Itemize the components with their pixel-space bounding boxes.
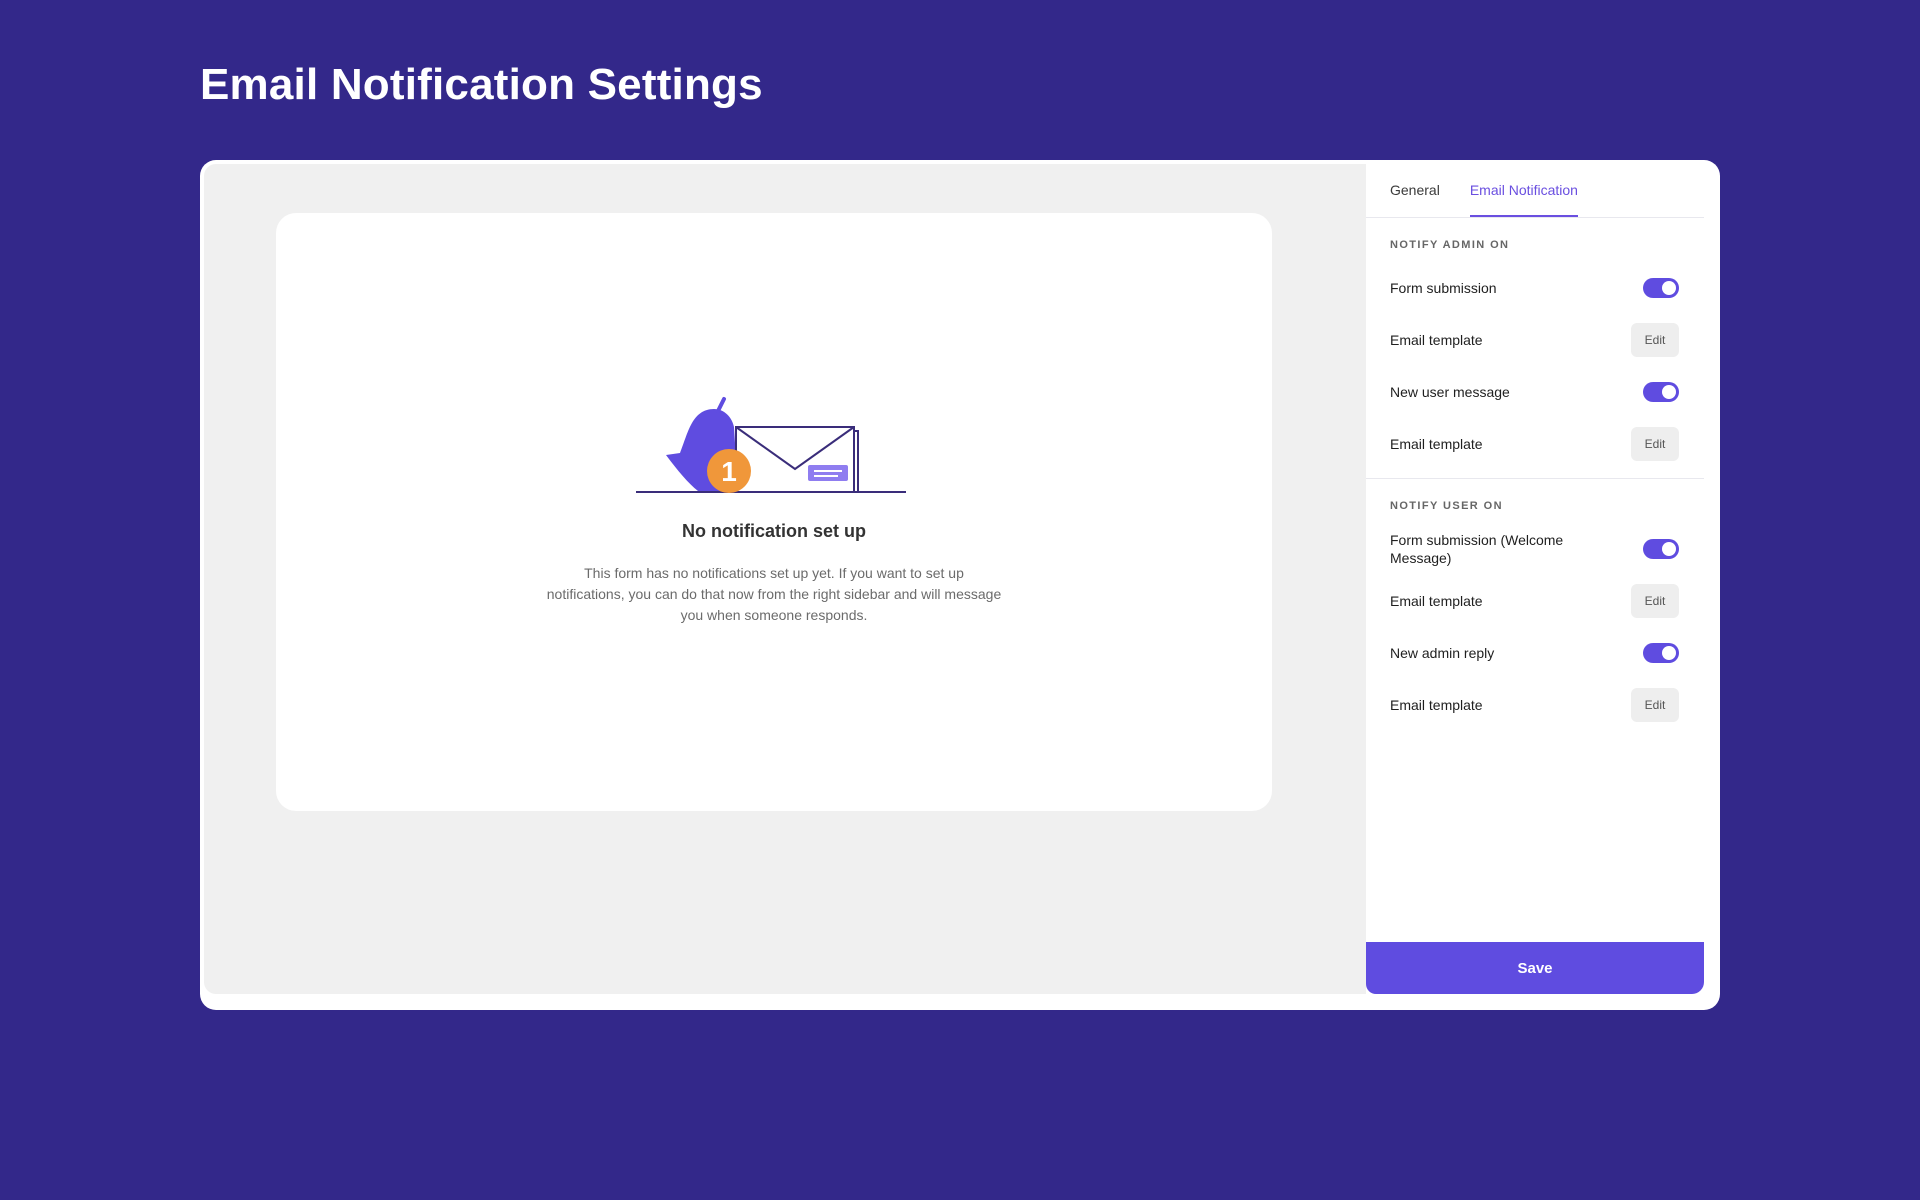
notify-user-section: NOTIFY USER ON Form submission (Welcome … [1366, 478, 1704, 731]
setting-label: Email template [1390, 332, 1483, 348]
setting-label: Email template [1390, 436, 1483, 452]
builder-frame: 1 No notification set up This form has n… [200, 160, 1720, 1010]
tab-general[interactable]: General [1390, 182, 1440, 217]
notification-badge-icon: 1 [707, 449, 751, 493]
setting-row-user-email-template-1: Email template Edit [1390, 575, 1679, 627]
setting-row-admin-new-user-message: New user message [1390, 366, 1679, 418]
edit-template-button[interactable]: Edit [1631, 688, 1679, 722]
edit-template-button[interactable]: Edit [1631, 584, 1679, 618]
setting-label: Form submission [1390, 280, 1497, 296]
edit-template-button[interactable]: Edit [1631, 323, 1679, 357]
empty-state-illustration: 1 [636, 397, 906, 493]
notify-admin-section: NOTIFY ADMIN ON Form submission Email te… [1366, 218, 1704, 478]
settings-sidebar: General Email Notification NOTIFY ADMIN … [1366, 164, 1704, 994]
setting-row-admin-email-template-1: Email template Edit [1390, 314, 1679, 366]
toggle-knob [1662, 281, 1676, 295]
welcome-message-toggle[interactable] [1643, 539, 1679, 559]
setting-row-admin-email-template-2: Email template Edit [1390, 418, 1679, 470]
section-label-notify-admin: NOTIFY ADMIN ON [1390, 239, 1510, 251]
setting-row-user-form-submission: Form submission (Welcome Message) [1390, 523, 1679, 575]
save-button[interactable]: Save [1366, 942, 1704, 994]
new-user-message-toggle[interactable] [1643, 382, 1679, 402]
toggle-knob [1662, 646, 1676, 660]
builder-inner: 1 No notification set up This form has n… [204, 164, 1704, 994]
setting-label: Email template [1390, 593, 1483, 609]
empty-state-title: No notification set up [682, 521, 866, 541]
toggle-knob [1662, 542, 1676, 556]
setting-row-admin-form-submission: Form submission [1390, 262, 1679, 314]
page-title: Email Notification Settings [200, 60, 763, 109]
envelope-icon [735, 426, 859, 493]
section-label-notify-user: NOTIFY USER ON [1390, 500, 1503, 512]
toggle-knob [1662, 385, 1676, 399]
new-admin-reply-toggle[interactable] [1643, 643, 1679, 663]
form-submission-toggle[interactable] [1643, 278, 1679, 298]
setting-row-user-email-template-2: Email template Edit [1390, 679, 1679, 731]
tab-email-notification[interactable]: Email Notification [1469, 182, 1578, 217]
preview-canvas: 1 No notification set up This form has n… [204, 164, 1366, 994]
setting-row-user-new-admin-reply: New admin reply [1390, 627, 1679, 679]
setting-label: New admin reply [1390, 645, 1495, 661]
badge-count: 1 [721, 456, 737, 487]
setting-label: Email template [1390, 697, 1483, 713]
preview-card: 1 No notification set up This form has n… [276, 213, 1272, 811]
empty-state-text: This form has no notifications set up ye… [546, 565, 1002, 623]
setting-label: New user message [1390, 384, 1510, 400]
sidebar-tabs: General Email Notification [1366, 164, 1704, 218]
setting-label: Form submission (Welcome Message) [1390, 532, 1564, 566]
edit-template-button[interactable]: Edit [1631, 427, 1679, 461]
